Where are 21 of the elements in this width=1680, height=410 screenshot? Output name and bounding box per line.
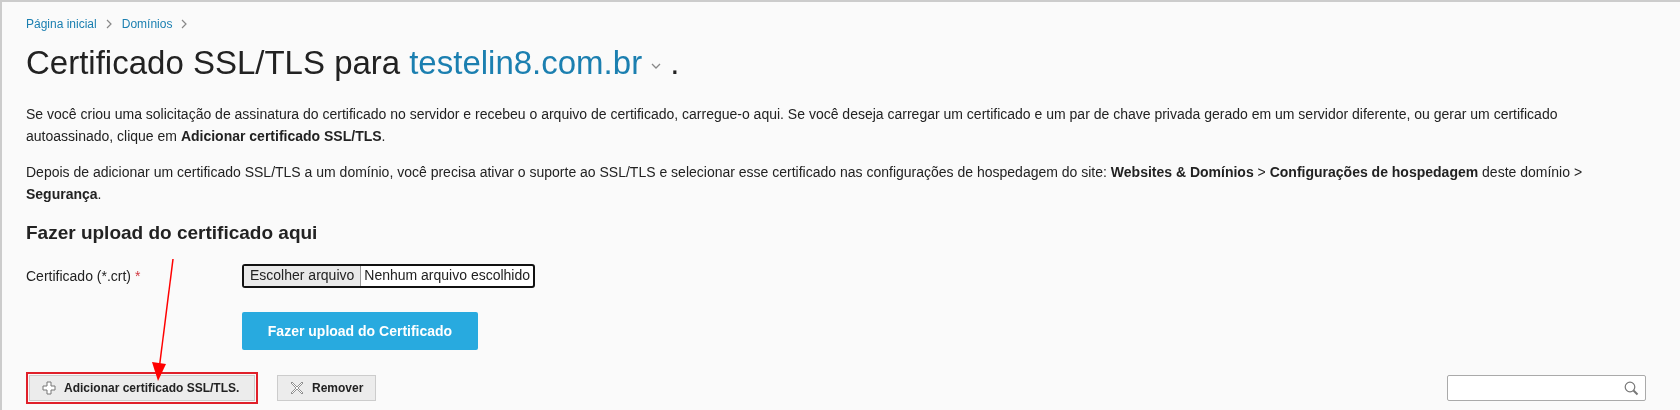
toolbar-button[interactable]: Remover bbox=[277, 375, 377, 401]
title-period: . bbox=[670, 44, 680, 82]
field-label: Certificado (*.crt) bbox=[26, 268, 132, 284]
toolbar-button[interactable]: Adicionar certificado SSL/TLS. bbox=[29, 375, 255, 401]
caret-icon[interactable] bbox=[651, 62, 662, 70]
plus-icon bbox=[42, 381, 56, 395]
page-title: Certificado SSL/TLS para bbox=[26, 44, 401, 82]
cross-icon bbox=[290, 381, 304, 395]
upload-button[interactable]: Fazer upload do Certificado bbox=[242, 312, 478, 350]
breadcrumb-link[interactable]: Página inicial bbox=[26, 17, 97, 31]
description-text: Depois de adicionar um certificado SSL/TLS a um domínio, você precisa ativar o suporte ao SSL/TLS e selecionar esse certificado nas configurações de hospedagem do site: Websites & Domínios > Configurações de hospedagem deste domínio > Segurança. bbox=[26, 163, 1584, 204]
search-icon bbox=[1624, 380, 1639, 396]
chevron-icon bbox=[105, 19, 113, 29]
breadcrumb-link[interactable]: Domínios bbox=[121, 17, 173, 31]
description-text: Se você criou uma solicitação de assinatura do certificado no servidor e recebeu o arquivo de certificado, carregue-o aqui. Se você deseja carregar um certificado e um par de chave privada gerado em um servidor diferente, ou gerar um certificado autoassinado, clique em Adicionar certificado SSL/TLS. bbox=[26, 105, 1559, 146]
domain-link[interactable]: testelin8.com.br bbox=[409, 44, 643, 82]
section-heading: Fazer upload do certificado aqui bbox=[26, 222, 319, 245]
search-field[interactable] bbox=[1447, 375, 1646, 401]
chevron-icon bbox=[181, 19, 189, 29]
file-input[interactable]: Escolher arquivo Nenhum arquivo escolhido bbox=[242, 264, 536, 288]
required-mark: * bbox=[135, 268, 141, 284]
